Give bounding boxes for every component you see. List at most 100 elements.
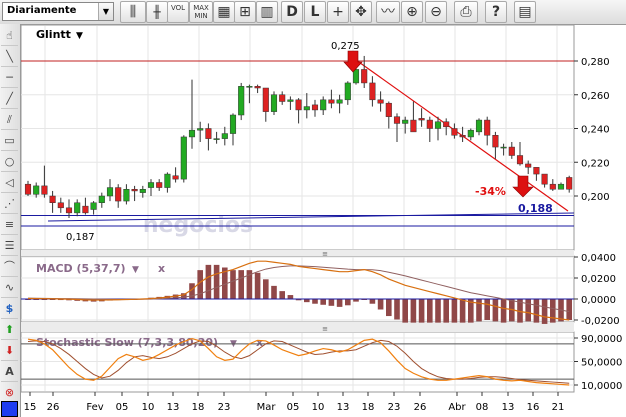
macd-histogram-bar xyxy=(238,270,244,299)
macd-histogram-bar xyxy=(541,299,548,324)
x-tick-label: 16 xyxy=(527,402,540,413)
candle-body xyxy=(57,202,64,209)
ticker-title[interactable]: Glintt xyxy=(36,28,71,41)
y-tick-label: 0,240 xyxy=(581,125,610,136)
y-tick-label: 0,280 xyxy=(581,57,610,68)
candle-body xyxy=(500,146,507,149)
y-tick-label: 0,0400 xyxy=(581,253,616,264)
candle-body xyxy=(74,202,81,214)
candle-body xyxy=(525,163,532,168)
candle-body xyxy=(418,118,425,121)
macd-histogram-bar xyxy=(418,299,425,323)
candle-body xyxy=(566,177,573,190)
x-tick-label: 21 xyxy=(552,402,565,413)
candle-body xyxy=(262,87,269,112)
macd-histogram-bar xyxy=(377,299,384,310)
stoch-title[interactable]: Stochastic Slow (7,3,3,80,20) xyxy=(36,336,218,349)
macd-histogram-bar xyxy=(443,299,449,323)
x-tick-label: 18 xyxy=(362,402,375,413)
candle-body xyxy=(254,86,261,89)
y-axes: 0,280 0,260 0,240 0,220 0,200 0,0400 0,0200 0,0… xyxy=(574,57,622,392)
macd-histogram-bar xyxy=(394,299,400,320)
candle-body xyxy=(320,99,327,111)
candle-body xyxy=(131,189,138,192)
macd-histogram-bar xyxy=(402,299,408,323)
candle-body xyxy=(287,99,294,102)
candle-body xyxy=(270,94,278,112)
candle-body xyxy=(303,106,310,111)
candle-body xyxy=(385,102,392,117)
current-price-annotation: 0,188 xyxy=(518,202,553,215)
macd-histogram-bar xyxy=(213,264,220,299)
x-tick-label: 23 xyxy=(218,402,231,413)
splitter-grip-icon: ≡ xyxy=(322,325,328,333)
macd-histogram-bar xyxy=(279,291,285,299)
candle-body xyxy=(475,119,483,133)
candle-body xyxy=(221,133,228,139)
candle-body xyxy=(49,195,56,203)
x-tick-label: 10 xyxy=(142,402,155,413)
price-panel xyxy=(20,24,575,251)
high-price-annotation: 0,275 xyxy=(331,41,360,52)
y-tick-label: 0,200 xyxy=(581,192,610,203)
macd-title[interactable]: MACD (5,37,7) xyxy=(36,262,126,275)
macd-histogram-bar xyxy=(345,299,351,306)
macd-histogram-bar xyxy=(386,299,392,317)
candle-body xyxy=(549,183,556,190)
candle-body xyxy=(229,114,237,134)
candle-body xyxy=(328,99,335,104)
macd-histogram-bar xyxy=(336,299,343,307)
candle-body xyxy=(139,189,146,193)
candle-body xyxy=(164,173,171,188)
candle-body xyxy=(238,86,245,116)
candle-body xyxy=(434,121,442,129)
macd-histogram-bar xyxy=(459,299,466,323)
chart-canvas[interactable]: ≡ ≡ negocios 0,275 0,187 -34% 0,188 Glin… xyxy=(0,0,626,417)
x-tick-label: 08 xyxy=(476,402,489,413)
candle-body xyxy=(336,99,343,104)
candle-body xyxy=(180,136,187,180)
candle-body xyxy=(533,167,540,175)
macd-histogram-bar xyxy=(533,299,540,323)
candle-body xyxy=(90,202,97,210)
panel-splitter-2[interactable] xyxy=(21,322,574,332)
candle-body xyxy=(295,99,302,111)
low-price-annotation: 0,187 xyxy=(66,232,95,243)
candle-body xyxy=(557,183,565,190)
macd-histogram-bar xyxy=(500,299,507,323)
macd-histogram-bar xyxy=(254,272,261,299)
x-tick-label: 23 xyxy=(388,402,401,413)
candle-body xyxy=(156,182,163,188)
macd-histogram-bar xyxy=(566,299,572,320)
candle-body xyxy=(33,185,40,195)
candle-body xyxy=(98,195,105,203)
ticker-dropdown-icon[interactable]: ▼ xyxy=(76,31,83,41)
candle-body xyxy=(65,207,73,214)
candle-body xyxy=(369,82,376,101)
x-tick-label: Fev xyxy=(86,402,103,413)
y-tick-label: 10,0000 xyxy=(581,381,622,392)
macd-histogram-bar xyxy=(427,299,433,323)
candle-body xyxy=(188,129,196,138)
x-tick-label: 10 xyxy=(312,402,325,413)
macd-histogram-bar xyxy=(550,299,556,323)
y-tick-label: 50,0000 xyxy=(581,358,622,369)
macd-dropdown-icon[interactable]: ▼ xyxy=(132,265,139,275)
candle-body xyxy=(377,99,384,104)
candle-body xyxy=(410,119,417,133)
candle-body xyxy=(279,94,286,102)
panel-splitter-1[interactable] xyxy=(21,250,574,256)
candle-body xyxy=(352,69,360,84)
candle-body xyxy=(426,119,433,129)
macd-histogram-bar xyxy=(230,270,236,299)
candle-body xyxy=(402,119,409,124)
candle-body xyxy=(115,187,122,202)
macd-close-icon[interactable]: x xyxy=(158,262,165,275)
macd-histogram-bar xyxy=(271,285,277,299)
candle-body xyxy=(197,128,204,131)
macd-histogram-bar xyxy=(484,299,490,320)
candle-body xyxy=(344,82,351,101)
x-tick-label: 05 xyxy=(287,402,300,413)
candle-body xyxy=(443,121,450,128)
candle-body xyxy=(484,119,491,136)
